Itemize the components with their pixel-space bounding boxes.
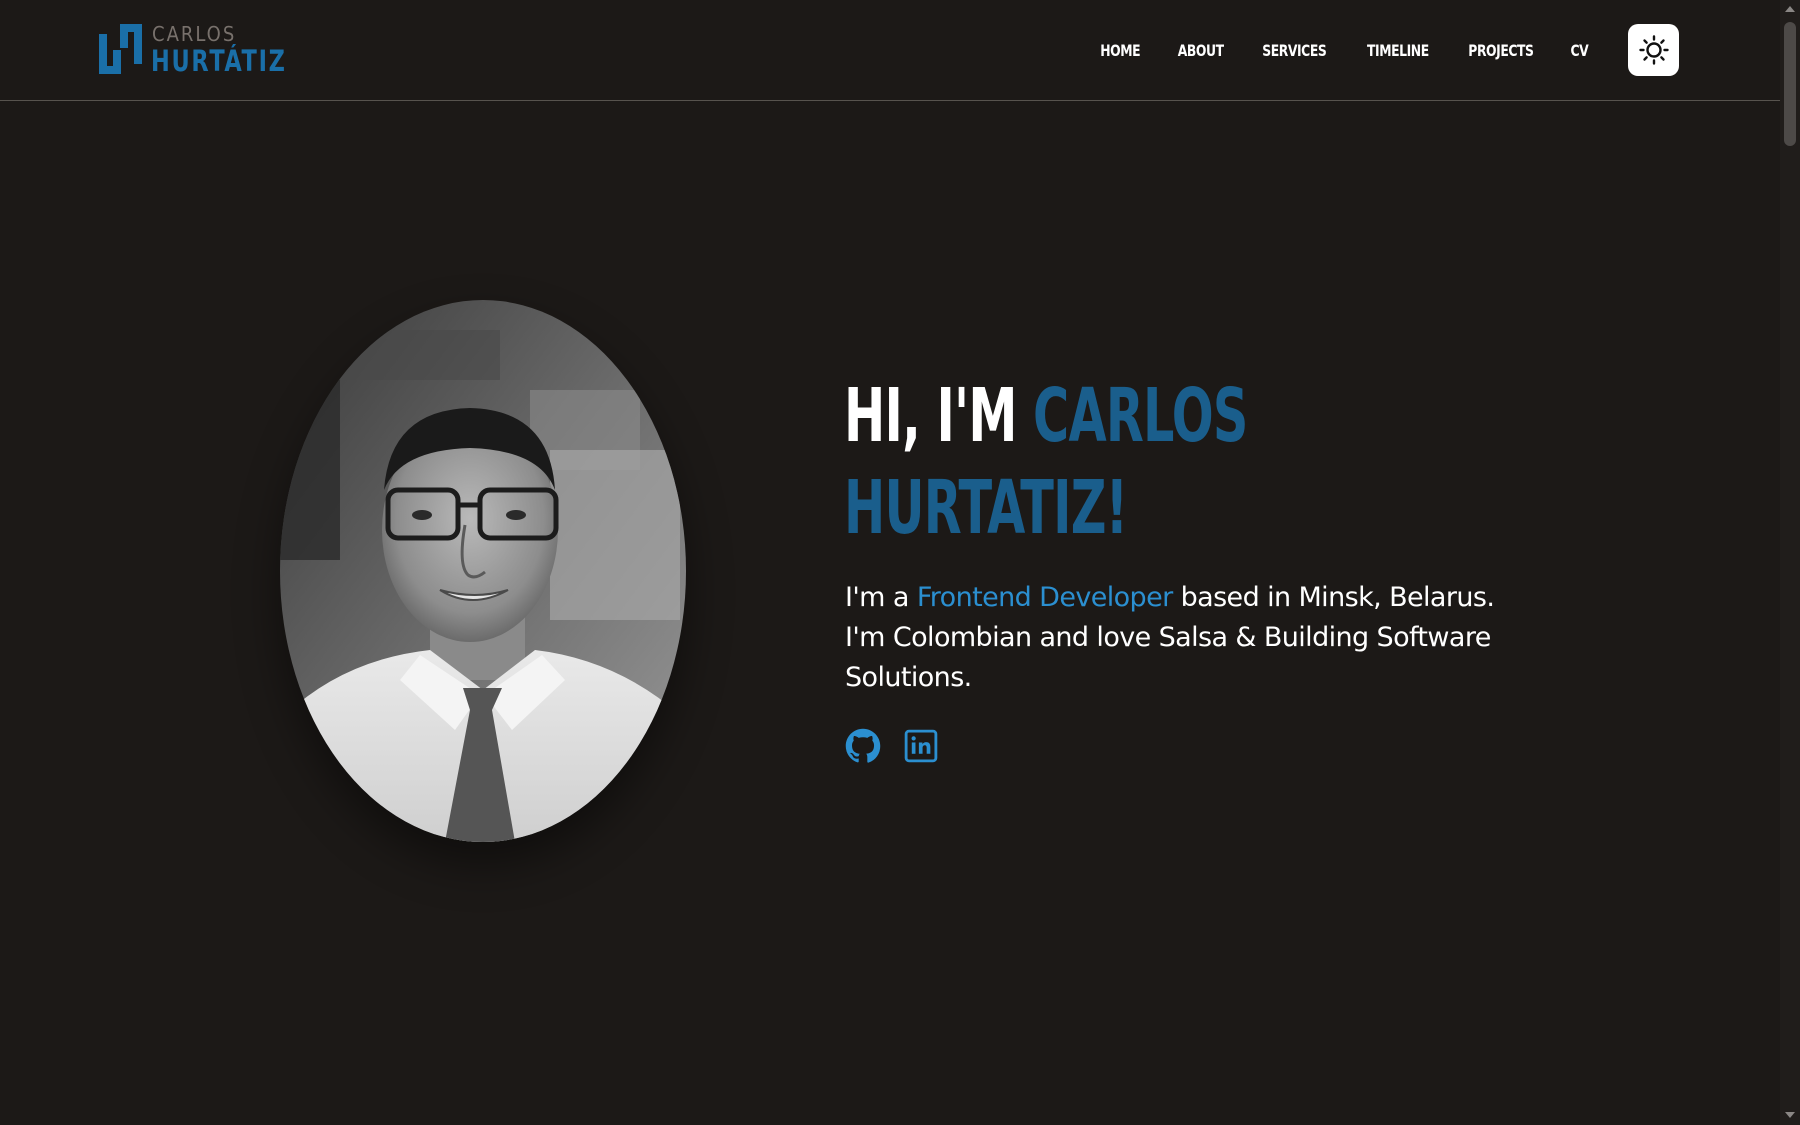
- linkedin-link[interactable]: [903, 728, 939, 764]
- bio-prefix: I'm a: [845, 582, 917, 613]
- headline-first-name: CARLOS: [1033, 373, 1248, 459]
- sun-icon: [1638, 35, 1669, 65]
- scroll-up-arrow-icon[interactable]: [1785, 6, 1795, 12]
- nav-home[interactable]: HOME: [1101, 41, 1141, 60]
- logo-first-name: CARLOS: [152, 22, 237, 46]
- nav-services[interactable]: SERVICES: [1262, 41, 1327, 60]
- main-nav: HOME ABOUT SERVICES TIMELINE PROJECTS CV: [1097, 0, 1590, 100]
- nav-projects[interactable]: PROJECTS: [1469, 41, 1535, 60]
- hero-headline: HI, I'M CARLOS HURTATIZ!: [844, 370, 1288, 554]
- profile-photo-image: [280, 300, 686, 842]
- scroll-thumb[interactable]: [1784, 22, 1796, 146]
- scroll-down-arrow-icon[interactable]: [1785, 1112, 1795, 1118]
- hero-bio: I'm a Frontend Developer based in Minsk,…: [845, 578, 1525, 698]
- headline-greeting: HI, I'M: [844, 373, 1034, 459]
- theme-toggle-button[interactable]: [1628, 24, 1679, 76]
- github-link[interactable]: [845, 728, 881, 764]
- profile-photo: [280, 300, 686, 842]
- bio-role: Frontend Developer: [916, 582, 1173, 613]
- linkedin-icon: [904, 729, 938, 763]
- headline-last-name: HURTATIZ!: [844, 465, 1128, 551]
- logo-last-name: HURTÁTIZ: [151, 44, 287, 78]
- site-logo[interactable]: CARLOS HURTÁTIZ: [99, 22, 287, 78]
- nav-about[interactable]: ABOUT: [1178, 41, 1224, 60]
- page: CARLOS HURTÁTIZ HOME ABOUT SERVICES TIME…: [0, 0, 1780, 1125]
- logo-mark-icon: [99, 24, 142, 74]
- nav-cv[interactable]: CV: [1571, 41, 1589, 60]
- github-icon: [845, 728, 881, 763]
- page-scrollbar[interactable]: [1780, 0, 1800, 1125]
- social-links: [845, 728, 939, 764]
- site-header: CARLOS HURTÁTIZ HOME ABOUT SERVICES TIME…: [0, 0, 1780, 101]
- nav-timeline[interactable]: TIMELINE: [1367, 41, 1429, 60]
